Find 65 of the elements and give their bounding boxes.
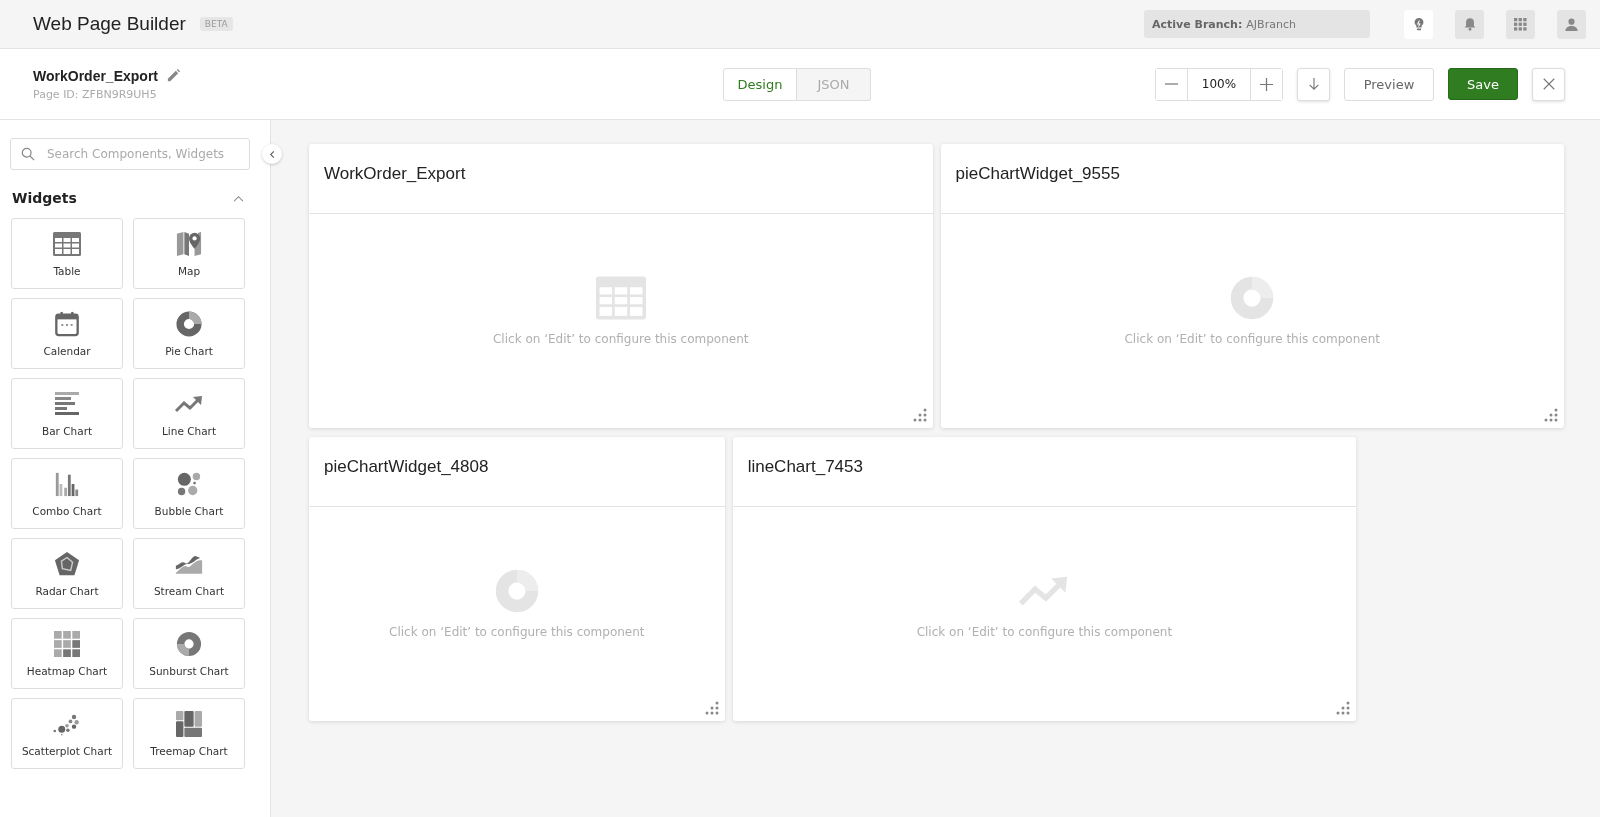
donut-chart-icon [175, 310, 203, 337]
combo-chart-icon [53, 470, 81, 497]
page-name: WorkOrder_Export [33, 67, 158, 84]
card-title: pieChartWidget_9555 [940, 144, 1564, 214]
chevron-icon[interactable] [233, 194, 244, 202]
card-title: lineChart_7453 [732, 437, 1357, 507]
widget-tile[interactable]: Table [11, 218, 123, 289]
card-title: WorkOrder_Export [309, 144, 933, 214]
resize-handle-icon[interactable] [1336, 701, 1351, 715]
card-title: pieChartWidget_4808 [309, 437, 725, 507]
section-title: Widgets [12, 190, 77, 206]
download-button[interactable] [1297, 67, 1330, 101]
table-icon [53, 230, 81, 257]
close-icon [1541, 77, 1556, 91]
radar-chart-icon [53, 550, 81, 577]
minus-icon [1164, 83, 1179, 85]
heatmap-icon [53, 630, 81, 657]
lightbulb-button[interactable] [1404, 9, 1433, 39]
apps-grid-button[interactable] [1506, 9, 1535, 39]
treemap-icon [175, 710, 203, 737]
view-tab[interactable]: Design [723, 67, 797, 101]
save-button[interactable]: Save [1448, 68, 1518, 100]
widget-tile[interactable]: Pie Chart [133, 298, 245, 369]
widget-tile[interactable]: Map [133, 218, 245, 289]
resize-handle-icon[interactable] [912, 408, 927, 422]
edit-pencil-icon[interactable] [166, 68, 181, 83]
resize-handle-icon[interactable] [1544, 408, 1558, 422]
table-icon [595, 276, 646, 320]
chevron-left-icon [267, 149, 277, 159]
configure-hint: Click on ‘Edit’ to configure this component [493, 332, 749, 346]
widget-tile[interactable]: Stream Chart [133, 538, 245, 609]
widget-tile[interactable]: Bubble Chart [133, 458, 245, 529]
page-id: Page ID: ZFBN9R9UH5 [33, 87, 158, 101]
bubble-chart-icon [175, 470, 203, 497]
grid-icon [1514, 17, 1527, 31]
configure-hint: Click on ‘Edit’ to configure this component [389, 625, 645, 639]
widget-tile[interactable]: Scatterplot Chart [11, 698, 123, 769]
bar-chart-icon [53, 390, 81, 417]
widget-tile[interactable]: Treemap Chart [133, 698, 245, 769]
collapse-sidebar-button[interactable] [262, 144, 282, 164]
beta-badge: BETA [199, 17, 233, 31]
preview-button[interactable]: Preview [1344, 67, 1434, 101]
app-title: Web Page Builder [33, 13, 186, 35]
plus-icon [1259, 76, 1274, 92]
user-profile-button[interactable] [1557, 9, 1586, 39]
widget-tile[interactable]: Line Chart [133, 378, 245, 449]
sunburst-icon [175, 630, 203, 657]
resize-handle-icon[interactable] [704, 701, 719, 715]
widget-tile[interactable]: Radar Chart [11, 538, 123, 609]
calendar-icon [53, 310, 81, 337]
widget-tile[interactable]: Bar Chart [11, 378, 123, 449]
widget-tile[interactable]: Sunburst Chart [133, 618, 245, 689]
user-icon [1564, 16, 1579, 32]
notifications-button[interactable] [1455, 9, 1484, 39]
down-arrow-icon [1306, 77, 1321, 91]
configure-hint: Click on ‘Edit’ to configure this component [916, 625, 1173, 639]
close-button[interactable] [1532, 67, 1565, 101]
map-pin-icon [175, 230, 203, 257]
bell-icon [1462, 17, 1477, 31]
active-branch-field[interactable]: Active Branch: AJBranch [1144, 10, 1370, 38]
widget-tile[interactable]: Combo Chart [11, 458, 123, 529]
widget-tile[interactable]: Calendar [11, 298, 123, 369]
widget-tile[interactable]: Heatmap Chart [11, 618, 123, 689]
search-field[interactable]: Search Components, Widgets [10, 138, 250, 170]
configure-hint: Click on ‘Edit’ to configure this component [1124, 332, 1380, 346]
